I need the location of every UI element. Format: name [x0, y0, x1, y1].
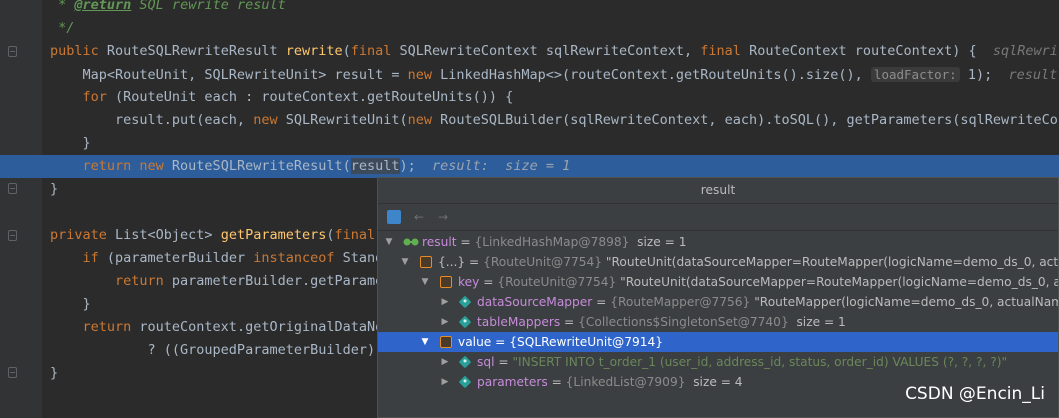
tree-row-sql[interactable]: ▶ sql = "INSERT INTO t_order_1 (user_id,…	[378, 352, 1058, 372]
code-line[interactable]: */	[0, 17, 1059, 40]
field-icon	[458, 355, 472, 369]
inline-debug-hint: sqlRewrite	[992, 43, 1059, 59]
field-icon	[458, 375, 472, 389]
tree-row-tablemappers[interactable]: ▶ tableMappers = {Collections$SingletonS…	[378, 312, 1058, 332]
code-line[interactable]: result.put(each, new SQLRewriteUnit(new …	[0, 109, 1059, 132]
forward-arrow-icon[interactable]: →	[438, 210, 448, 224]
field-icon	[458, 295, 472, 309]
expand-chevron-icon[interactable]: ▶	[440, 312, 450, 332]
watermark: CSDN @Encin_Li	[905, 384, 1045, 404]
object-icon	[440, 336, 452, 348]
debug-variable-popup[interactable]: result ← → ▼ result = {LinkedHashMap@789…	[377, 177, 1059, 418]
expand-chevron-icon[interactable]: ▶	[440, 352, 450, 372]
tree-row-datasourcemapper[interactable]: ▶ dataSourceMapper = {RouteMapper@7756} …	[378, 292, 1058, 312]
add-to-watches-icon[interactable]	[387, 210, 401, 224]
field-icon	[458, 315, 472, 329]
popup-title[interactable]: result	[378, 178, 1058, 204]
expand-chevron-icon[interactable]: ▼	[384, 232, 394, 252]
expand-chevron-icon[interactable]: ▼	[400, 252, 410, 272]
popup-toolbar: ← →	[378, 204, 1058, 231]
object-icon	[440, 276, 452, 288]
watch-glasses-icon	[403, 238, 419, 246]
inline-debug-hint: result: size = 1	[415, 158, 571, 174]
code-line[interactable]: for (RouteUnit each : routeContext.getRo…	[0, 86, 1059, 109]
code-line[interactable]: public RouteSQLRewriteResult rewrite(fin…	[0, 40, 1059, 63]
expand-chevron-icon[interactable]: ▼	[420, 272, 430, 292]
tree-row-entry[interactable]: ▼ {...} = {RouteUnit@7754} "RouteUnit(da…	[378, 252, 1058, 272]
code-line[interactable]: * @return SQL rewrite result	[0, 0, 1059, 17]
tree-row-result[interactable]: ▼ result = {LinkedHashMap@7898} size = 1	[378, 232, 1058, 252]
code-line[interactable]: Map<RouteUnit, SQLRewriteUnit> result = …	[0, 63, 1059, 86]
back-arrow-icon[interactable]: ←	[414, 210, 424, 224]
expand-chevron-icon[interactable]: ▶	[440, 372, 450, 392]
code-line[interactable]: }	[0, 132, 1059, 155]
expand-chevron-icon[interactable]: ▼	[420, 332, 430, 352]
tree-row-key[interactable]: ▼ key = {RouteUnit@7754} "RouteUnit(data…	[378, 272, 1058, 292]
inline-debug-hint: result:	[992, 67, 1059, 83]
parameter-hint: loadFactor:	[870, 67, 960, 82]
current-execution-line[interactable]: return new RouteSQLRewriteResult(result)…	[0, 155, 1059, 178]
object-icon	[420, 256, 432, 268]
expand-chevron-icon[interactable]: ▶	[440, 292, 450, 312]
tree-row-value[interactable]: ▼ value = {SQLRewriteUnit@7914}	[378, 332, 1058, 352]
result-variable[interactable]: result	[350, 158, 400, 174]
